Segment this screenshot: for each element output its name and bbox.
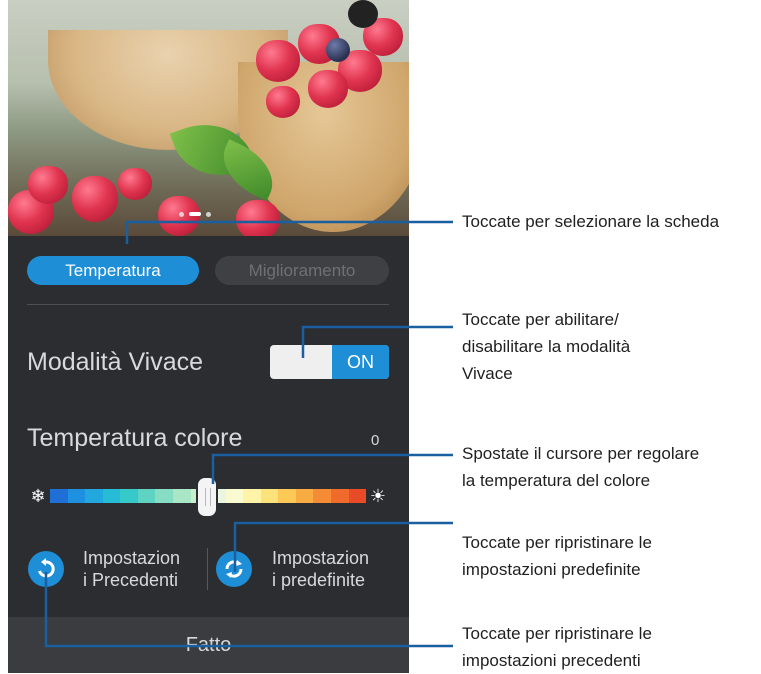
slider-color-segment bbox=[155, 489, 173, 503]
slider-color-segment bbox=[278, 489, 296, 503]
slider-color-segment bbox=[102, 489, 121, 503]
callout-select-tab: Toccate per selezionare la scheda bbox=[462, 212, 720, 231]
callout-move-slider: Spostate il cursore per regolare la temp… bbox=[462, 444, 700, 490]
callout-restore-defaults: Toccate per ripristinare le impostazioni… bbox=[462, 533, 652, 579]
slider-color-segment bbox=[50, 489, 68, 503]
slider-color-segment bbox=[85, 489, 103, 503]
vivid-mode-label: Modalità Vivace bbox=[27, 348, 204, 376]
phone-screen: Temperatura Miglioramento Modalità Vivac… bbox=[8, 0, 409, 673]
button-separator bbox=[207, 548, 208, 590]
blueberry-illustration bbox=[326, 38, 350, 62]
slider-color-segment bbox=[137, 489, 156, 503]
raspberry-illustration bbox=[118, 168, 152, 200]
blackberry-illustration bbox=[348, 0, 378, 28]
raspberry-illustration bbox=[266, 86, 300, 118]
raspberry-illustration bbox=[256, 40, 300, 82]
slider-color-segment bbox=[295, 489, 314, 503]
slider-color-segment bbox=[225, 489, 244, 503]
color-temperature-value: 0 bbox=[371, 432, 380, 449]
slider-color-segment bbox=[172, 489, 191, 503]
sun-icon: ☀ bbox=[369, 486, 387, 506]
default-settings-button[interactable]: Impostazion i predefinite bbox=[272, 547, 402, 591]
previous-settings-button[interactable]: Impostazion i Precedenti bbox=[83, 547, 203, 591]
toggle-on-label: ON bbox=[332, 345, 389, 379]
slider-color-segment bbox=[348, 489, 367, 503]
slider-color-segment bbox=[313, 489, 331, 503]
divider bbox=[27, 304, 389, 305]
slider-grip-icon bbox=[205, 488, 211, 506]
tab-enhancement[interactable]: Miglioramento bbox=[215, 256, 389, 285]
callout-enable-vivid: Toccate per abilitare/ disabilitare la m… bbox=[462, 310, 631, 383]
raspberry-illustration bbox=[236, 200, 280, 236]
page-dot bbox=[206, 211, 211, 217]
slider-color-segment bbox=[120, 489, 138, 503]
vivid-mode-toggle[interactable]: ON bbox=[270, 345, 389, 379]
slider-color-segment bbox=[331, 489, 349, 503]
page-indicator bbox=[179, 211, 211, 217]
undo-icon-glyph bbox=[38, 558, 55, 578]
page-dot-active bbox=[189, 212, 201, 216]
callout-restore-previous: Toccate per ripristinare le impostazioni… bbox=[462, 624, 652, 670]
tab-temperature[interactable]: Temperatura bbox=[27, 256, 199, 285]
page-dot bbox=[179, 211, 184, 217]
raspberry-illustration bbox=[28, 166, 68, 204]
slider-color-segment bbox=[67, 489, 86, 503]
refresh-icon-glyph bbox=[225, 560, 243, 578]
preview-image bbox=[8, 0, 409, 236]
color-temperature-label: Temperatura colore bbox=[27, 424, 243, 452]
raspberry-illustration bbox=[72, 176, 118, 222]
done-button[interactable]: Fatto bbox=[8, 617, 409, 673]
refresh-icon[interactable] bbox=[216, 551, 252, 587]
raspberry-illustration bbox=[308, 70, 348, 108]
snowflake-icon: ❄ bbox=[30, 486, 46, 506]
undo-icon[interactable] bbox=[28, 551, 64, 587]
slider-color-segment bbox=[260, 489, 279, 503]
slider-color-segment bbox=[243, 489, 261, 503]
